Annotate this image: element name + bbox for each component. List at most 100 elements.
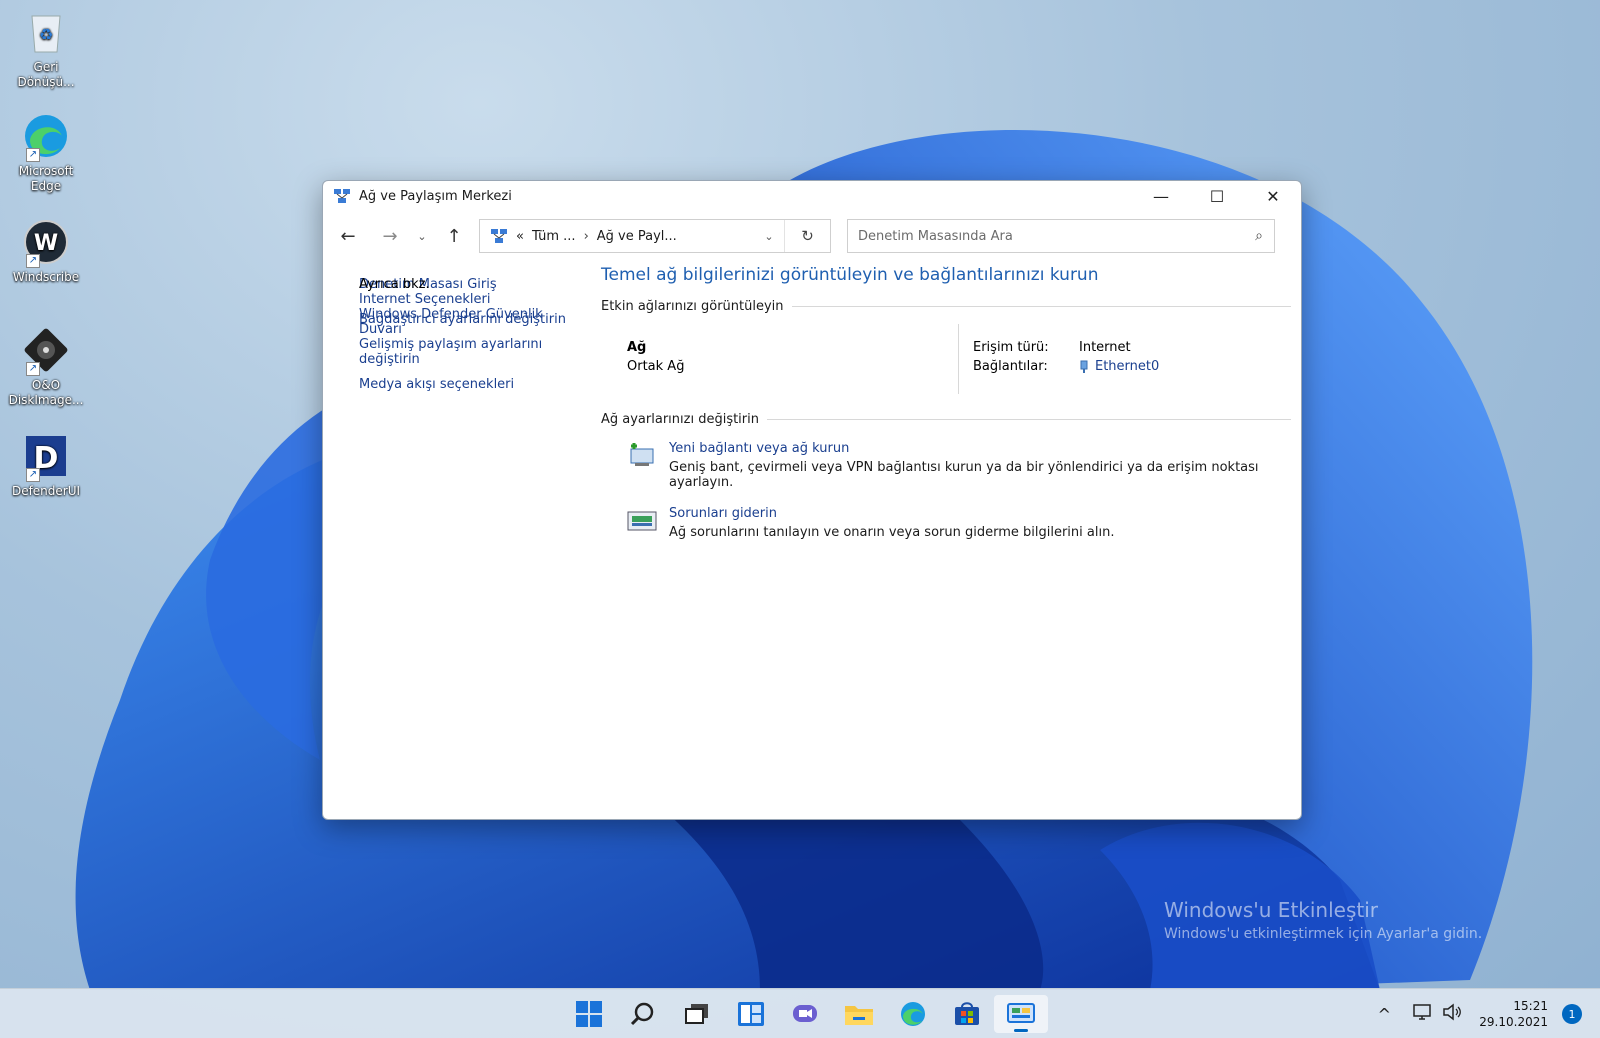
breadcrumb-current[interactable]: Ağ ve Payl... xyxy=(597,229,677,244)
chevron-down-icon: ⌄ xyxy=(764,229,774,243)
network-name: Ağ xyxy=(627,340,647,355)
desktop-icon-windscribe[interactable]: W ↗ Windscribe xyxy=(4,218,88,285)
see-also-heading: Ayrıca bkz. xyxy=(359,277,430,292)
section-title: Ağ ayarlarınızı değiştirin xyxy=(601,412,759,427)
desktop-icon-label: Microsoft Edge xyxy=(18,164,74,193)
network-icon xyxy=(1413,1004,1432,1020)
desktop-icon-label: Windscribe xyxy=(12,270,80,284)
sidebar-link-media-streaming[interactable]: Medya akışı seçenekleri xyxy=(359,377,579,392)
recent-locations-button[interactable]: ⌄ xyxy=(411,221,433,251)
connections-label: Bağlantılar: xyxy=(973,359,1048,374)
back-button[interactable]: ← xyxy=(333,221,363,251)
access-type-row: Erişim türü: Internet xyxy=(973,340,1159,355)
connections-row: Bağlantılar: Ethernet0 xyxy=(973,359,1159,374)
start-button[interactable] xyxy=(562,995,616,1033)
control-panel-taskbar-button[interactable] xyxy=(994,995,1048,1033)
shortcut-arrow-icon: ↗ xyxy=(26,468,40,482)
window-title: Ağ ve Paylaşım Merkezi xyxy=(359,188,512,204)
active-networks-header: Etkin ağlarınızı görüntüleyin xyxy=(601,299,1291,314)
shortcut-arrow-icon: ↗ xyxy=(26,148,40,162)
access-type-label: Erişim türü: xyxy=(973,340,1049,355)
search-box[interactable]: Denetim Masasında Ara ⌕ xyxy=(847,219,1275,253)
troubleshoot-description: Ağ sorunlarını tanılayın ve onarın veya … xyxy=(669,525,1115,540)
desktop-icon-recycle-bin[interactable]: ♻ Geri Dönüşü... xyxy=(4,8,88,90)
system-tray: ^ 15:21 29.10.2021 1 xyxy=(1369,989,1582,1038)
task-view-button[interactable] xyxy=(670,995,724,1033)
desktop-icon-label: Geri Dönüşü... xyxy=(17,60,75,89)
desktop-icon-edge[interactable]: ↗ Microsoft Edge xyxy=(4,112,88,194)
edge-button[interactable] xyxy=(886,995,940,1033)
file-explorer-button[interactable] xyxy=(832,995,886,1033)
arrow-up-icon: ↑ xyxy=(446,225,462,247)
breadcrumb-separator[interactable]: › xyxy=(584,229,589,244)
edge-icon: ↗ xyxy=(22,112,70,162)
divider xyxy=(791,306,1291,307)
new-connection-description: Geniş bant, çevirmeli veya VPN bağlantıs… xyxy=(669,460,1259,490)
breadcrumb-overflow[interactable]: « xyxy=(516,229,524,244)
taskbar-clock[interactable]: 15:21 29.10.2021 xyxy=(1479,998,1548,1030)
chat-button[interactable] xyxy=(778,995,832,1033)
address-bar[interactable]: « Tüm ... › Ağ ve Payl... ⌄ ↻ xyxy=(479,219,831,253)
search-input[interactable]: Denetim Masasında Ara xyxy=(858,229,1244,244)
ethernet-icon xyxy=(1079,360,1089,374)
store-icon xyxy=(955,1002,979,1025)
start-icon xyxy=(576,1001,602,1027)
up-button[interactable]: ↑ xyxy=(439,221,469,251)
desktop-icon-diskimage[interactable]: ↗ O&O DiskImage... xyxy=(4,326,88,408)
clock-time: 15:21 xyxy=(1513,999,1548,1013)
network-sharing-center-window: Ağ ve Paylaşım Merkezi — ☐ ✕ ← → ⌄ ↑ « T… xyxy=(322,180,1302,820)
refresh-button[interactable]: ↻ xyxy=(784,220,830,252)
recycle-bin-icon: ♻ xyxy=(22,8,70,56)
clock-date: 29.10.2021 xyxy=(1479,1015,1548,1029)
edge-icon xyxy=(901,1002,925,1026)
network-identity: Ağ Ortak Ağ xyxy=(601,324,959,394)
taskbar-search-button[interactable] xyxy=(616,995,670,1033)
network-details: Erişim türü: Internet Bağlantılar: Ether… xyxy=(959,324,1159,394)
widgets-button[interactable] xyxy=(724,995,778,1033)
watermark-subtitle: Windows'u etkinleştirmek için Ayarlar'a … xyxy=(1164,926,1483,942)
desktop-icon-defenderui[interactable]: D ↗ DefenderUI xyxy=(4,432,88,499)
file-explorer-icon xyxy=(845,1006,873,1025)
divider xyxy=(767,419,1291,420)
desktop-icon-label: O&O DiskImage... xyxy=(8,378,84,407)
widgets-icon xyxy=(738,1002,764,1026)
firewall-link[interactable]: Windows Defender Güvenlik Duvarı xyxy=(359,307,559,337)
arrow-right-icon: → xyxy=(382,225,398,247)
shortcut-arrow-icon: ↗ xyxy=(26,362,40,376)
forward-button[interactable]: → xyxy=(375,221,405,251)
breadcrumb-all-items[interactable]: Tüm ... xyxy=(532,229,576,244)
notification-badge[interactable]: 1 xyxy=(1562,1004,1582,1024)
taskbar: ^ 15:21 29.10.2021 1 xyxy=(0,988,1600,1038)
chat-icon xyxy=(793,1005,817,1022)
sidebar-link-advanced-sharing[interactable]: Gelişmiş paylaşım ayarlarını değiştirin xyxy=(359,337,559,367)
diskimage-icon: ↗ xyxy=(22,326,70,376)
search-icon: ⌕ xyxy=(1255,228,1263,244)
store-button[interactable] xyxy=(940,995,994,1033)
network-center-icon xyxy=(333,188,351,204)
title-bar[interactable]: Ağ ve Paylaşım Merkezi — ☐ ✕ xyxy=(323,181,1301,211)
address-dropdown-button[interactable]: ⌄ xyxy=(754,230,784,243)
change-settings-header: Ağ ayarlarınızı değiştirin xyxy=(601,412,1291,427)
volume-tray-button[interactable] xyxy=(1437,1002,1467,1026)
show-hidden-icons-button[interactable]: ^ xyxy=(1369,1005,1399,1024)
network-type: Ortak Ağ xyxy=(627,359,685,374)
windscribe-icon: W ↗ xyxy=(22,218,70,268)
svg-text:♻: ♻ xyxy=(39,25,53,44)
search-icon xyxy=(630,1002,654,1026)
see-also-section: Ayrıca bkz. Internet Seçenekleri Windows… xyxy=(359,277,579,337)
internet-options-link[interactable]: Internet Seçenekleri xyxy=(359,292,579,307)
troubleshoot-link[interactable]: Sorunları giderin xyxy=(669,506,1269,521)
maximize-button[interactable]: ☐ xyxy=(1189,181,1245,211)
defenderui-icon: D ↗ xyxy=(22,432,70,482)
minimize-button[interactable]: — xyxy=(1133,181,1189,211)
refresh-icon: ↻ xyxy=(801,227,814,245)
network-tray-button[interactable] xyxy=(1407,1002,1437,1026)
chevron-down-icon: ⌄ xyxy=(417,229,427,243)
active-network-panel: Ağ Ortak Ağ Erişim türü: Internet Bağlan… xyxy=(601,324,1291,394)
arrow-left-icon: ← xyxy=(340,225,356,247)
close-button[interactable]: ✕ xyxy=(1245,181,1301,211)
shortcut-arrow-icon: ↗ xyxy=(26,254,40,268)
ethernet0-link[interactable]: Ethernet0 xyxy=(1095,359,1159,374)
new-connection-link[interactable]: Yeni bağlantı veya ağ kurun xyxy=(669,441,1269,456)
task-view-icon xyxy=(685,1004,708,1024)
